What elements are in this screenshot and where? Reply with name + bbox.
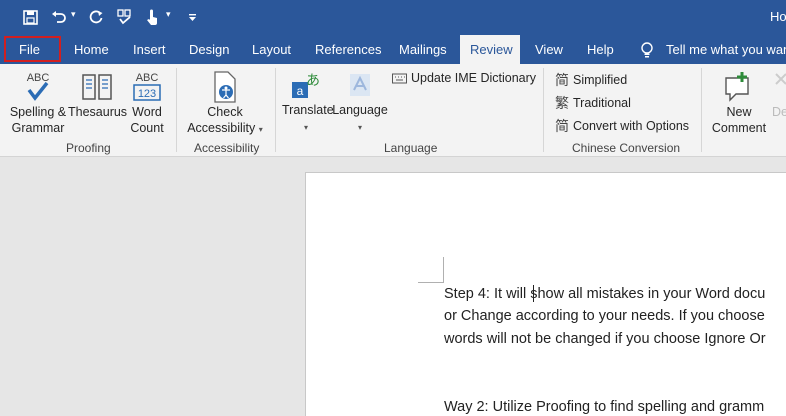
- spelling-check-icon[interactable]: [115, 6, 135, 28]
- update-ime-dictionary-button[interactable]: Update IME Dictionary: [392, 71, 536, 85]
- tab-design[interactable]: Design: [189, 35, 229, 64]
- save-icon[interactable]: [20, 6, 40, 28]
- file-tab-highlight: [4, 36, 61, 62]
- group-separator: [176, 68, 177, 152]
- convert-options-label: Convert with Options: [573, 119, 690, 133]
- thesaurus-label: Thesaurus: [68, 105, 128, 119]
- group-separator: [543, 68, 544, 152]
- thesaurus-button[interactable]: Thesaurus: [68, 70, 128, 120]
- document-line[interactable]: words will not be changed if you choose …: [444, 331, 766, 347]
- tab-layout[interactable]: Layout: [252, 35, 291, 64]
- word-count-icon: ABC 123: [133, 72, 161, 101]
- tab-review[interactable]: Review: [460, 35, 520, 64]
- ribbon-panel: ABC Spelling & Grammar Thesaurus ABC 123…: [0, 64, 786, 157]
- convert-with-options-button[interactable]: 简 Convert with Options: [555, 116, 689, 136]
- translate-button[interactable]: a あ Translate ▾: [282, 70, 334, 136]
- tab-mailings[interactable]: Mailings: [399, 35, 447, 64]
- traditional-button[interactable]: 繁 Traditional: [555, 93, 631, 113]
- update-ime-label: Update IME Dictionary: [411, 71, 537, 85]
- new-comment-line2: Comment: [711, 121, 767, 135]
- document-line[interactable]: Way 2: Utilize Proofing to find spelling…: [444, 399, 764, 415]
- quick-access-toolbar: ▾ ▾ Ho: [0, 0, 786, 35]
- tab-help[interactable]: Help: [587, 35, 614, 64]
- spelling-grammar-button[interactable]: ABC Spelling & Grammar: [6, 70, 70, 136]
- lightbulb-icon: [641, 41, 653, 57]
- window-title: Ho: [770, 9, 786, 24]
- tab-references[interactable]: References: [315, 35, 381, 64]
- word-count-line2: Count: [130, 121, 164, 135]
- new-comment-icon: [725, 72, 749, 102]
- chevron-down-icon: ▾: [258, 125, 263, 134]
- tell-me-label: Tell me what you want: [666, 42, 786, 57]
- word-count-line1: Word: [132, 105, 162, 119]
- document-line[interactable]: or Change according to your needs. If yo…: [444, 308, 765, 324]
- thesaurus-book-icon: [82, 74, 112, 100]
- group-separator: [701, 68, 702, 152]
- language-label: Language: [332, 103, 388, 117]
- traditional-chinese-icon: 繁: [555, 96, 569, 112]
- chevron-down-icon: ▾: [357, 123, 362, 132]
- group-label-chinese-conversion: Chinese Conversion: [572, 141, 681, 155]
- group-label-accessibility: Accessibility: [194, 141, 260, 155]
- document-line[interactable]: Step 4: It will show all mistakes in you…: [444, 286, 765, 302]
- check-accessibility-button[interactable]: Check Accessibility ▾: [184, 70, 266, 138]
- chevron-down-icon: ▾: [303, 123, 308, 132]
- svg-text:あ: あ: [306, 73, 320, 89]
- spelling-label-line2: Grammar: [11, 121, 65, 135]
- word-count-button[interactable]: ABC 123 Word Count: [126, 70, 168, 136]
- group-label-proofing: Proofing: [66, 141, 111, 155]
- group-separator: [275, 68, 276, 152]
- group-label-language: Language: [384, 141, 438, 155]
- touch-dropdown-icon[interactable]: ▾: [166, 9, 171, 20]
- language-icon: [350, 74, 370, 96]
- language-button[interactable]: Language ▾: [332, 70, 388, 136]
- convert-chinese-icon: 简: [555, 119, 569, 135]
- tab-view[interactable]: View: [535, 35, 563, 64]
- spelling-check-icon: ABC: [27, 72, 49, 101]
- delete-comment-icon: [775, 73, 786, 85]
- simplified-button[interactable]: 简 Simplified: [555, 70, 627, 90]
- simplified-label: Simplified: [573, 73, 628, 87]
- customize-toolbar-icon[interactable]: [185, 6, 199, 28]
- accessibility-icon: [214, 71, 236, 103]
- new-comment-line1: New: [726, 105, 752, 119]
- check-accessibility-line2: Accessibility: [187, 121, 256, 135]
- check-accessibility-line1: Check: [207, 105, 243, 119]
- redo-icon[interactable]: [86, 6, 106, 28]
- new-comment-button[interactable]: New Comment: [708, 70, 770, 136]
- undo-icon[interactable]: [49, 6, 69, 28]
- delete-comment-button[interactable]: De: [772, 70, 786, 120]
- tab-insert[interactable]: Insert: [133, 35, 166, 64]
- touch-mode-icon[interactable]: [142, 6, 162, 28]
- keyboard-icon: [392, 73, 407, 83]
- simplified-chinese-icon: 简: [555, 73, 569, 89]
- traditional-label: Traditional: [573, 96, 631, 110]
- svg-text:ABC: ABC: [136, 72, 159, 84]
- text-cursor: [533, 285, 534, 302]
- undo-dropdown-icon[interactable]: ▾: [71, 9, 76, 20]
- svg-text:123: 123: [138, 88, 156, 100]
- spelling-label-line1: Spelling &: [9, 105, 67, 119]
- translate-label: Translate: [282, 103, 334, 117]
- translate-icon: a あ: [292, 73, 320, 98]
- delete-label: De: [772, 105, 786, 119]
- tell-me-search[interactable]: Tell me what you want: [640, 35, 786, 64]
- svg-text:a: a: [297, 84, 304, 98]
- margin-corner-mark: [418, 257, 444, 283]
- tab-home[interactable]: Home: [74, 35, 109, 64]
